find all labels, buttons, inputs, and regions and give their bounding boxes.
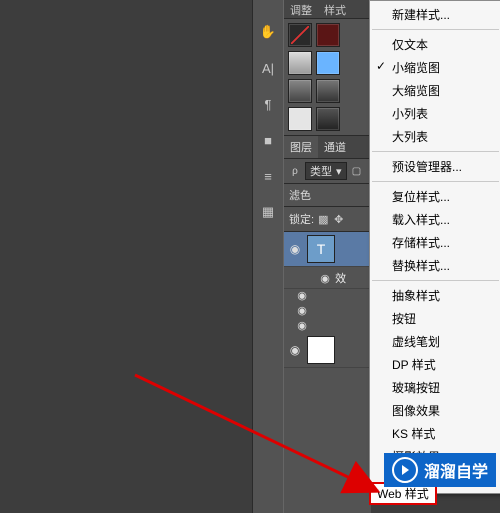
layer-thumb-text: T (307, 235, 335, 263)
menu-item-reset-styles[interactable]: 复位样式... (370, 185, 500, 208)
styles-panel-menu: 新建样式... 仅文本 小缩览图 大缩览图 小列表 大列表 预设管理器... 复… (369, 0, 500, 494)
tab-yangshi[interactable]: 样式 (318, 0, 352, 18)
layer-filter-row: ρ 类型 ▾ ▢ (284, 158, 371, 184)
tab-tiaozheng[interactable]: 调整 (284, 0, 318, 18)
menu-item-dp-styles[interactable]: DP 样式 (370, 353, 500, 376)
tab-channels[interactable]: 通道 (318, 136, 352, 158)
fx-text: 效 (335, 273, 346, 285)
menu-item-large-list[interactable]: 大列表 (370, 125, 500, 148)
lock-row: 锁定: ▩ ✥ (284, 207, 371, 232)
layers-panel-tabs: 图层 通道 (284, 136, 371, 158)
menu-item-buttons[interactable]: 按钮 (370, 307, 500, 330)
fx-visibility-icon[interactable]: ◉ (318, 272, 332, 285)
fx-sub-visibility-icon[interactable]: ◉ (294, 319, 310, 333)
swatches-panel-icon[interactable]: ■ (258, 130, 278, 150)
menu-item-text-only[interactable]: 仅文本 (370, 33, 500, 56)
visibility-toggle-icon[interactable]: ◉ (287, 242, 303, 256)
paragraph-panel-icon[interactable]: ¶ (258, 94, 278, 114)
layer-kind-label: 类型 (310, 163, 332, 179)
character-panel-icon[interactable]: A| (258, 58, 278, 78)
fx-sub-visibility-icon[interactable]: ◉ (294, 304, 310, 318)
watermark-text: 溜溜自学 (424, 458, 488, 482)
menu-item-preset-manager[interactable]: 预设管理器... (370, 155, 500, 178)
lock-position-icon[interactable]: ✥ (334, 213, 346, 225)
menu-item-small-thumb[interactable]: 小缩览图 (370, 56, 500, 79)
layers-panel: 图层 通道 ρ 类型 ▾ ▢ 滤色 锁定: ▩ ✥ ◉ T ◉ 效 ◉ ◉ (284, 135, 371, 368)
menu-item-save-styles[interactable]: 存储样式... (370, 231, 500, 254)
align-panel-icon[interactable]: ≡ (258, 166, 278, 186)
style-swatch-6[interactable] (316, 79, 340, 103)
menu-item-load-styles[interactable]: 载入样式... (370, 208, 500, 231)
layer-thumb-white (307, 336, 335, 364)
table-panel-icon[interactable]: ▦ (258, 202, 278, 222)
fx-sub-visibility-icon[interactable]: ◉ (294, 289, 310, 303)
lock-label: 锁定: (289, 211, 314, 227)
menu-item-ks-styles[interactable]: KS 样式 (370, 422, 500, 445)
layer-kind-dropdown[interactable]: 类型 ▾ (305, 162, 347, 180)
menu-item-small-list[interactable]: 小列表 (370, 102, 500, 125)
styles-swatch-grid (284, 19, 371, 135)
style-swatch-7[interactable] (288, 107, 312, 131)
style-swatch-3[interactable] (288, 51, 312, 75)
style-swatch-none[interactable] (288, 23, 312, 47)
style-swatch-5[interactable] (288, 79, 312, 103)
menu-separator (372, 280, 499, 281)
chevron-down-icon: ▾ (336, 165, 342, 178)
menu-item-glass-buttons[interactable]: 玻璃按钮 (370, 376, 500, 399)
filter-search-icon[interactable]: ρ (288, 164, 302, 178)
blend-mode-label[interactable]: 滤色 (284, 184, 371, 207)
menu-separator (372, 181, 499, 182)
layer-row-text[interactable]: ◉ T (284, 232, 371, 267)
workspace-canvas (0, 0, 252, 513)
style-swatch-8[interactable] (316, 107, 340, 131)
visibility-toggle-icon[interactable]: ◉ (287, 343, 303, 357)
menu-item-large-thumb[interactable]: 大缩览图 (370, 79, 500, 102)
style-swatch-4[interactable] (316, 51, 340, 75)
styles-panel-tabs: 调整 样式 (284, 0, 371, 19)
watermark-badge: 溜溜自学 (384, 453, 496, 487)
menu-item-image-effects[interactable]: 图像效果 (370, 399, 500, 422)
menu-separator (372, 29, 499, 30)
menu-separator (372, 151, 499, 152)
layer-effects-label[interactable]: ◉ 效 (284, 267, 371, 289)
panel-dock: 调整 样式 图层 通道 ρ 类型 ▾ ▢ 滤色 锁定: ▩ ✥ (283, 0, 371, 513)
menu-item-replace-styles[interactable]: 替换样式... (370, 254, 500, 277)
tab-layers[interactable]: 图层 (284, 136, 318, 158)
menu-item-dashed-strokes[interactable]: 虚线笔划 (370, 330, 500, 353)
layer-row-bg[interactable]: ◉ (284, 333, 371, 368)
right-tool-strip: ✋ A| ¶ ■ ≡ ▦ (252, 0, 284, 513)
hand-tool-icon[interactable]: ✋ (258, 22, 278, 42)
lock-pixels-icon[interactable]: ▩ (318, 213, 330, 225)
fx-sub-list: ◉ ◉ ◉ (284, 289, 371, 333)
style-swatch-2[interactable] (316, 23, 340, 47)
menu-item-new-style[interactable]: 新建样式... (370, 3, 500, 26)
play-icon (392, 457, 418, 483)
menu-item-abstract-styles[interactable]: 抽象样式 (370, 284, 500, 307)
filter-image-icon[interactable]: ▢ (350, 164, 364, 178)
